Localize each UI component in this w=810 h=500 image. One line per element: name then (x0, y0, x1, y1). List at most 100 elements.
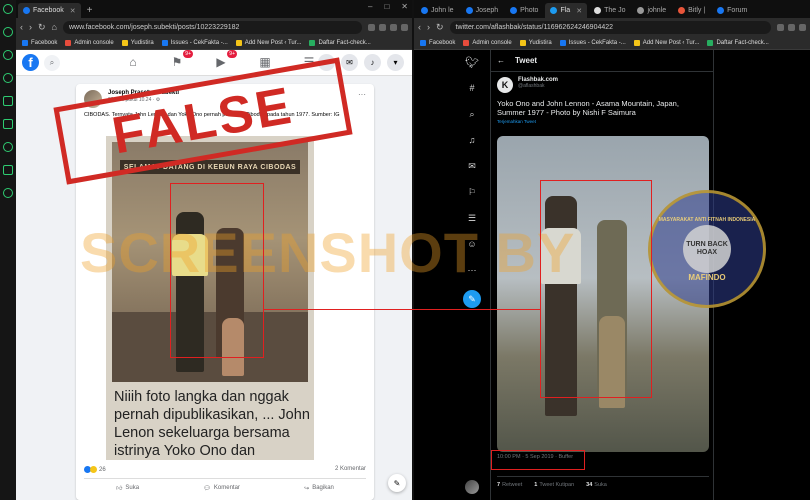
notifications-icon[interactable]: ♪ (364, 54, 381, 71)
bookmark-add-new-post[interactable]: Add New Post ‹ Tur... (235, 39, 301, 46)
tab-joseph[interactable]: Joseph (461, 3, 504, 18)
bookmark-daftar-fact-check[interactable]: Daftar Fact-check... (309, 39, 371, 46)
more-icon[interactable]: ⋯ (466, 264, 478, 276)
like-button[interactable]: 👍︎ Suka (116, 484, 139, 492)
mafindo-logo: MASYARAKAT ANTI FITNAH INDONESIA TURN BA… (648, 190, 766, 308)
minimize-button[interactable]: – (368, 2, 372, 11)
account-handle[interactable]: @aflashbak (518, 83, 558, 89)
tab-forum[interactable]: Forum (712, 3, 752, 18)
highlight-box-tweet-timestamp (491, 450, 585, 470)
messenger-icon[interactable]: ✉ (341, 54, 358, 71)
extension-icon[interactable] (788, 23, 795, 31)
bookmark-yudistira[interactable]: Yudistira (519, 39, 552, 46)
box-icon[interactable] (3, 165, 13, 175)
bookmark-add-new-post[interactable]: Add New Post ‹ Tur... (633, 39, 699, 46)
highlight-box-twitter-photo (540, 180, 652, 398)
tweet-author: K Flashbak.com @aflashbak (491, 72, 713, 93)
close-tab-icon[interactable]: ✕ (70, 7, 76, 15)
translate-tweet-link[interactable]: Terjemahkan Tweet (491, 117, 713, 124)
tab-favicon-icon (510, 7, 518, 14)
forward-icon[interactable]: › (29, 22, 32, 32)
google-icon (65, 39, 72, 46)
page-icon (633, 39, 640, 46)
tab-facebook[interactable]: Facebook ✕ (18, 3, 81, 18)
bookmark-admin-console[interactable]: Admin console (65, 39, 114, 46)
facebook-icon (420, 39, 426, 46)
extension-icon[interactable] (799, 23, 806, 31)
chat-icon[interactable] (3, 96, 13, 106)
bookmark-issues[interactable]: Issues - CekFakta -... (161, 39, 228, 46)
bookmark-yudistira[interactable]: Yudistira (121, 39, 154, 46)
tweet-header-title: Tweet (515, 56, 538, 65)
more-options-icon[interactable]: ··· (358, 90, 366, 99)
comments-count[interactable]: 2 Komentar (335, 466, 366, 473)
back-icon[interactable]: ‹ (418, 22, 421, 32)
list-icon[interactable]: ☰ (466, 212, 478, 224)
bell-icon[interactable]: ♫ (466, 134, 478, 146)
close-tab-icon[interactable]: ✕ (576, 7, 582, 15)
reload-icon[interactable]: ↻ (38, 22, 46, 33)
search-icon[interactable]: ⌕ (44, 54, 60, 71)
sheet-icon (707, 39, 714, 46)
comment-icon: 💬︎ (203, 485, 211, 492)
tab-the-john[interactable]: The Jo (589, 3, 630, 18)
profile-icon[interactable]: ☺ (466, 238, 478, 250)
app-icon-2[interactable] (3, 27, 13, 37)
music-icon[interactable] (3, 119, 13, 129)
flag-icon[interactable]: ⚑ 9+ (168, 50, 193, 71)
page-icon (235, 39, 242, 46)
like-stat[interactable]: 34 Suka (586, 482, 607, 488)
search-icon[interactable]: ⌕ (466, 108, 478, 120)
extension-icon[interactable] (401, 23, 408, 31)
bookmark-facebook[interactable]: Facebook (420, 39, 455, 46)
mail-icon[interactable]: ✉ (466, 160, 478, 172)
new-tab-button[interactable]: + (87, 3, 93, 18)
quote-stat[interactable]: 1 Tweet Kutipan (534, 482, 574, 488)
retweet-stat[interactable]: 7 Retweet (497, 482, 522, 488)
whatsapp-icon[interactable] (3, 50, 13, 60)
account-avatar[interactable] (465, 480, 479, 494)
app-icon-1[interactable] (3, 4, 13, 14)
tab-johnlennon[interactable]: johnle (632, 3, 671, 18)
tab-john-lennon[interactable]: John le (416, 3, 459, 18)
watch-icon[interactable]: ▶ 9+ (212, 50, 237, 71)
settings-icon[interactable] (3, 188, 13, 198)
bookmark-issues[interactable]: Issues - CekFakta -... (559, 39, 626, 46)
sheet-icon (309, 39, 316, 46)
share-button[interactable]: ↪ Bagikan (304, 484, 334, 492)
forward-icon[interactable]: › (427, 22, 430, 32)
bookmark-facebook[interactable]: Facebook (22, 39, 57, 46)
bookmark-icon[interactable]: ⚐ (466, 186, 478, 198)
extension-icon[interactable] (777, 23, 784, 31)
facebook-logo[interactable]: f (22, 54, 39, 71)
bookmark-daftar-fact-check[interactable]: Daftar Fact-check... (707, 39, 769, 46)
tab-bar: Facebook ✕ + – □ ✕ (16, 0, 412, 18)
back-icon[interactable]: ‹ (20, 22, 23, 32)
twitter-bird-icon[interactable]: 🐦︎ (465, 56, 479, 69)
compose-tweet-icon[interactable]: ✎ (463, 290, 481, 308)
tab-flashbak[interactable]: Fla ✕ (545, 3, 588, 18)
extension-icon[interactable] (379, 23, 386, 31)
account-menu-icon[interactable]: ▾ (387, 54, 404, 71)
close-window-button[interactable]: ✕ (401, 2, 408, 11)
tab-photo[interactable]: Photo (505, 3, 543, 18)
explore-icon[interactable]: # (466, 82, 478, 94)
history-icon[interactable] (3, 142, 13, 152)
url-field[interactable]: www.facebook.com/joseph.subekti/posts/10… (62, 20, 362, 34)
home-icon[interactable]: ⌂ (52, 22, 57, 32)
reload-icon[interactable]: ↻ (436, 22, 444, 33)
maximize-button[interactable]: □ (384, 2, 389, 11)
tab-bitly[interactable]: Bitly | (673, 3, 710, 18)
avatar[interactable]: K (497, 77, 513, 93)
home-icon[interactable]: ⌂ (124, 53, 142, 71)
new-message-icon[interactable]: ✎ (388, 474, 406, 492)
extension-icon[interactable] (368, 23, 375, 31)
telegram-icon[interactable] (3, 73, 13, 83)
bookmark-admin-console[interactable]: Admin console (463, 39, 512, 46)
back-arrow-icon[interactable]: ← (497, 56, 505, 65)
comment-button[interactable]: 💬︎ Komentar (203, 484, 240, 492)
url-field[interactable]: twitter.com/aflashbak/status/11696262424… (449, 20, 771, 34)
address-bar-row: ‹ › ↻ twitter.com/aflashbak/status/11696… (414, 18, 810, 36)
reactions[interactable]: 26 (84, 466, 106, 473)
extension-icon[interactable] (390, 23, 397, 31)
